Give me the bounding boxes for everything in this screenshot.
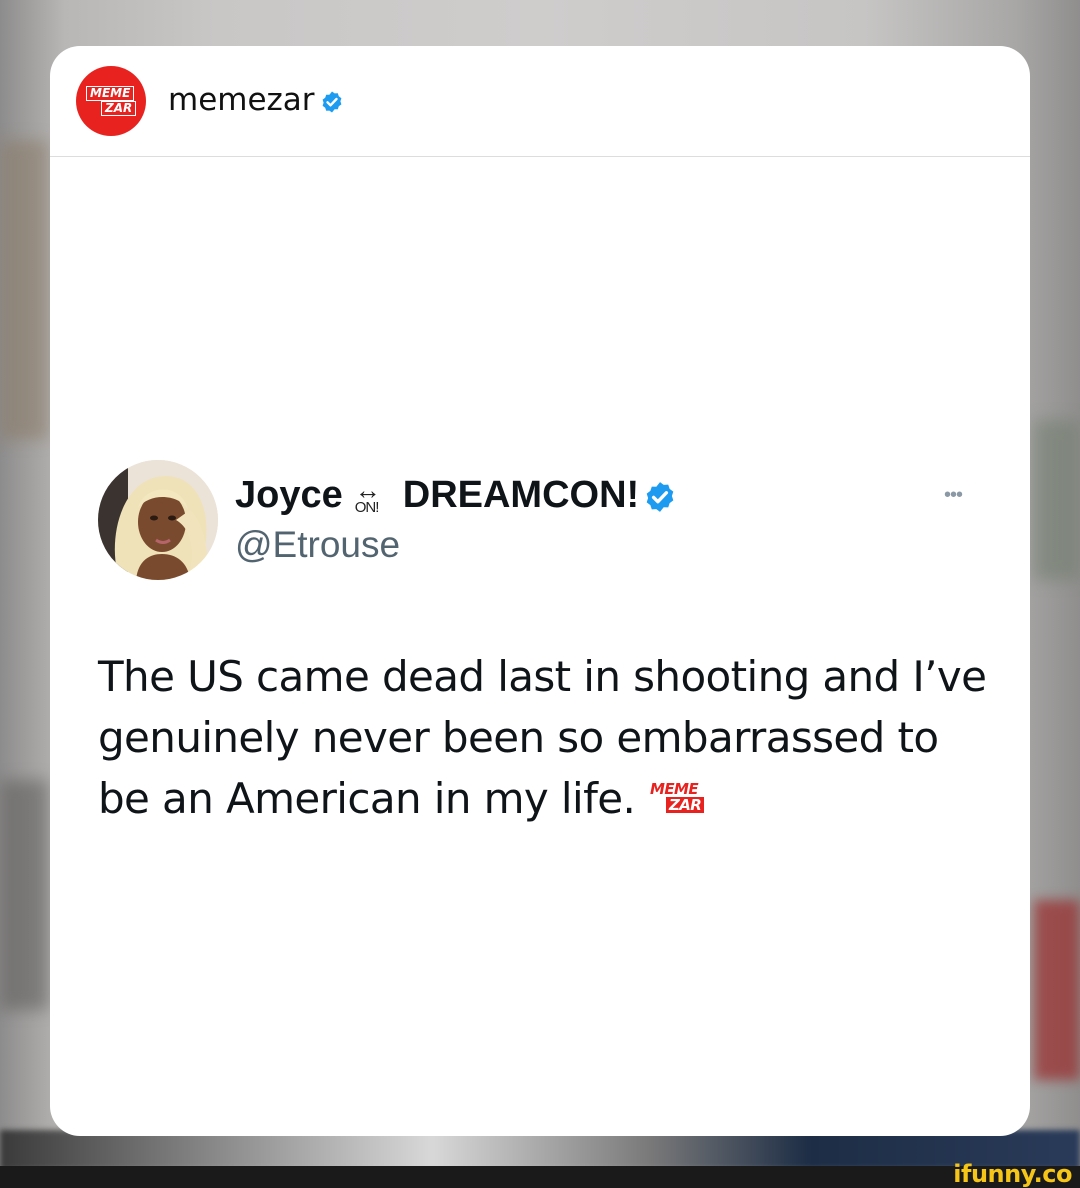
display-name-suffix: DREAMCON!	[402, 474, 640, 516]
verified-badge-icon	[646, 482, 674, 512]
profile-avatar[interactable]	[98, 460, 218, 580]
background-blur	[0, 140, 48, 440]
footer-bar	[0, 1166, 1080, 1188]
on-icon-label: ON!	[354, 498, 380, 516]
display-name-text: Joyce	[235, 474, 343, 516]
logo-text: ZAR	[101, 101, 137, 116]
tweet-handle[interactable]: @Etrouse	[235, 524, 400, 566]
verified-badge-icon	[322, 91, 342, 113]
account-name[interactable]: memezar	[168, 82, 315, 118]
profile-photo	[98, 460, 218, 580]
background-blur	[0, 780, 48, 1010]
memezar-watermark: MEME ZAR	[648, 781, 714, 822]
post-card: MEME ZAR memezar Joyce ↔ ON! DREAMCON! @Et	[50, 46, 1030, 1136]
background-blur	[0, 1130, 1080, 1170]
more-options-icon[interactable]: •••	[944, 484, 963, 507]
post-header: MEME ZAR memezar	[50, 46, 1030, 157]
tweet-display-name[interactable]: Joyce ↔ ON! DREAMCON!	[235, 474, 677, 517]
tweet-text: The US came dead last in shooting and I’…	[98, 652, 987, 823]
logo-text: MEME	[86, 86, 135, 101]
background-blur	[1034, 900, 1080, 1080]
tweet-body: The US came dead last in shooting and I’…	[98, 646, 998, 829]
ifunny-logo[interactable]: ifunny.co	[953, 1160, 1072, 1188]
on-arrow-icon: ↔ ON!	[354, 474, 381, 516]
background-blur	[1034, 420, 1080, 580]
memezar-avatar[interactable]: MEME ZAR	[76, 66, 146, 136]
